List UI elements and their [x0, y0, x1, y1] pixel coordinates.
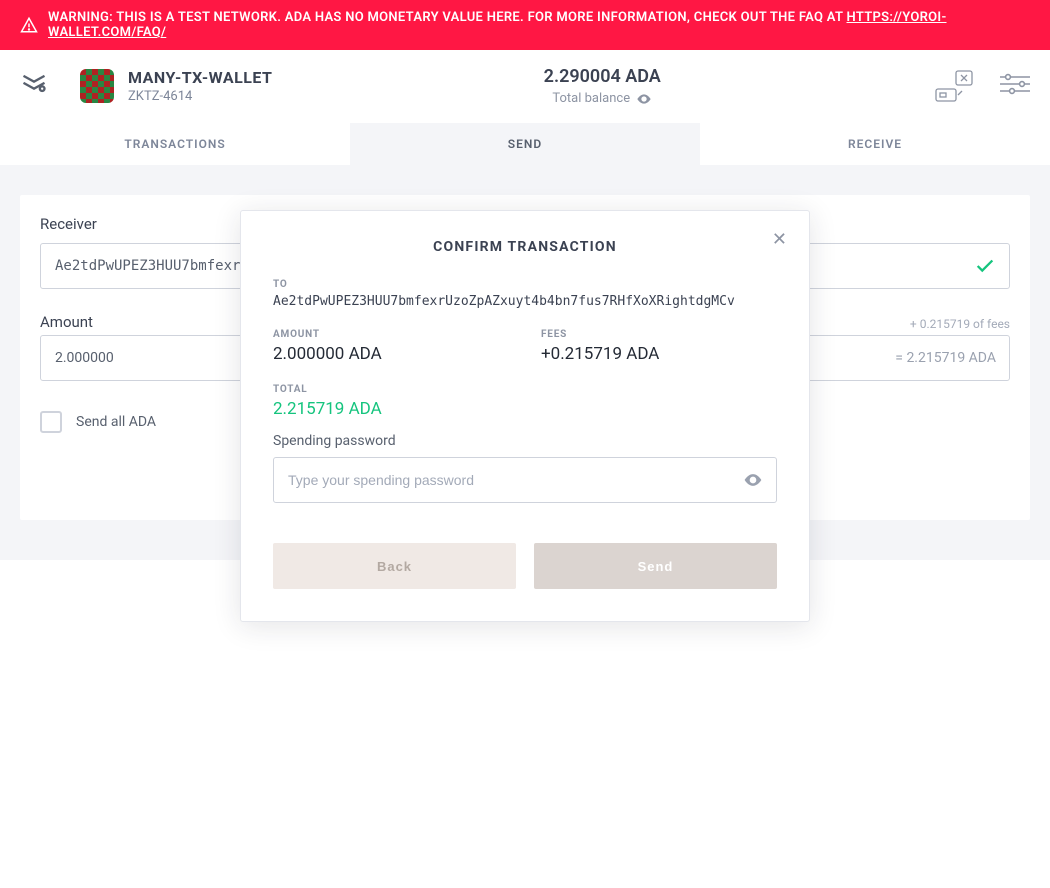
- modal-fees-value: +0.215719 ADA: [541, 344, 777, 364]
- modal-overlay: CONFIRM TRANSACTION ✕ TO Ae2tdPwUPEZ3HUU…: [0, 0, 1050, 888]
- modal-title: CONFIRM TRANSACTION: [273, 239, 777, 255]
- modal-fees-label: FEES: [541, 329, 777, 340]
- spending-password-label: Spending password: [273, 433, 777, 449]
- modal-total-value: 2.215719 ADA: [273, 399, 777, 419]
- modal-total-label: TOTAL: [273, 384, 777, 395]
- send-button[interactable]: Send: [534, 543, 777, 589]
- modal-to-address: Ae2tdPwUPEZ3HUU7bmfexrUzoZpAZxuyt4b4bn7f…: [273, 294, 777, 309]
- modal-amount-label: AMOUNT: [273, 329, 509, 340]
- eye-icon[interactable]: [743, 470, 763, 490]
- modal-to-label: TO: [273, 279, 777, 290]
- back-button[interactable]: Back: [273, 543, 516, 589]
- spending-password-input[interactable]: [273, 457, 777, 503]
- close-icon[interactable]: ✕: [772, 231, 787, 249]
- confirm-transaction-modal: CONFIRM TRANSACTION ✕ TO Ae2tdPwUPEZ3HUU…: [240, 210, 810, 622]
- modal-amount-value: 2.000000 ADA: [273, 344, 509, 364]
